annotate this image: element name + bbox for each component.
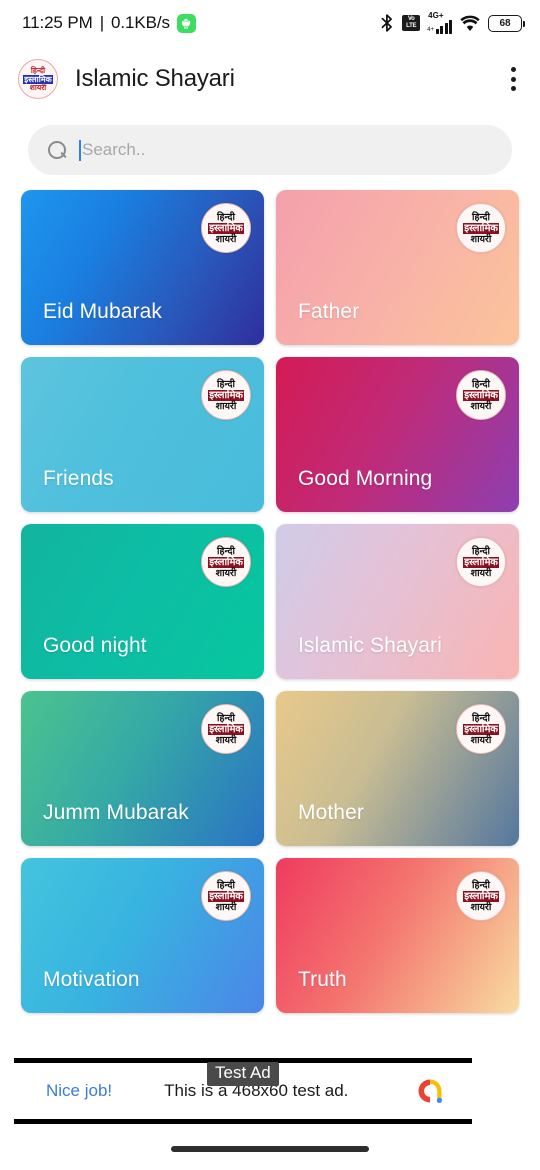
shayari-badge-icon: हिन्दी इस्लामिक शायरी [201,537,251,587]
app-logo-line3: शायरी [29,82,47,92]
badge-line3: शायरी [215,233,237,245]
ad-banner[interactable]: Test Ad Nice job! This is a 468x60 test … [14,1058,472,1124]
badge-line3: शायरी [215,567,237,579]
badge-line2: इस्लामिक [208,723,244,735]
category-card[interactable]: हिन्दी इस्लामिक शायरी Motivation [21,858,264,1013]
page-title: Islamic Shayari [75,65,235,92]
badge-line1: हिन्दी [472,879,490,891]
phone-screen: 11:25 PM | 0.1KB/s Vo LTE 4G+ 4+ 68 हिन्… [0,0,540,1170]
badge-line2: इस्लामिक [463,556,499,568]
status-bar-left: 11:25 PM | 0.1KB/s [22,13,196,33]
category-card[interactable]: हिन्दी इस्लामिक शायरी Good night [21,524,264,679]
category-title: Motivation [43,968,140,991]
category-title: Islamic Shayari [298,634,442,657]
home-gesture-pill[interactable] [171,1146,369,1152]
badge-line3: शायरी [470,567,492,579]
search-section: Search.. [0,112,540,175]
category-card[interactable]: हिन्दी इस्लामिक शायरी Eid Mubarak [21,190,264,345]
badge-line1: हिन्दी [472,712,490,724]
search-input[interactable]: Search.. [28,125,512,175]
shayari-badge-icon: हिन्दी इस्लामिक शायरी [456,537,506,587]
badge-line2: इस्लामिक [208,222,244,234]
text-caret [79,139,81,161]
category-grid: हिन्दी इस्लामिक शायरी Eid Mubarak हिन्दी इस्ल… [0,175,540,1013]
category-title: Jumm Mubarak [43,801,189,824]
badge-line1: हिन्दी [472,545,490,557]
app-bar: हिन्दी इस्लामिक शायरी Islamic Shayari [0,46,540,112]
badge-line2: इस्लामिक [208,890,244,902]
bluetooth-icon [379,13,395,33]
network-speed: 0.1KB/s [111,13,170,32]
shayari-badge-icon: हिन्दी इस्लामिक शायरी [201,704,251,754]
badge-line3: शायरी [215,734,237,746]
search-placeholder: Search.. [82,140,146,159]
search-icon [48,140,67,160]
status-separator: | [99,13,105,32]
ad-cta-text[interactable]: Nice job! [46,1081,112,1101]
category-title: Mother [298,801,364,824]
category-title: Good night [43,634,147,657]
badge-line2: इस्लामिक [463,222,499,234]
shayari-badge-icon: हिन्दी इस्लामिक शायरी [456,370,506,420]
more-vertical-icon[interactable] [505,59,522,99]
app-logo-icon: हिन्दी इस्लामिक शायरी [18,59,58,99]
cellular-signal-icon: 4G+ 4+ [427,12,452,34]
shayari-badge-icon: हिन्दी इस्लामिक शायरी [201,871,251,921]
badge-line3: शायरी [470,734,492,746]
shayari-badge-icon: हिन्दी इस्लामिक शायरी [456,871,506,921]
android-robot-icon [176,13,196,33]
badge-line2: इस्लामिक [463,890,499,902]
badge-line1: हिन्दी [472,211,490,223]
ad-label: Test Ad [207,1062,279,1086]
category-title: Father [298,300,360,323]
badge-line3: शायरी [470,901,492,913]
badge-line1: हिन्दी [217,545,235,557]
badge-line1: हिन्दी [217,712,235,724]
category-card[interactable]: हिन्दी इस्लामिक शायरी Islamic Shayari [276,524,519,679]
badge-line2: इस्लामिक [463,389,499,401]
category-title: Good Morning [298,467,433,490]
badge-line3: शायरी [470,400,492,412]
shayari-badge-icon: हिन्दी इस्लामिक शायरी [456,203,506,253]
status-bar: 11:25 PM | 0.1KB/s Vo LTE 4G+ 4+ 68 [0,0,540,46]
badge-line1: हिन्दी [217,378,235,390]
badge-line1: हिन्दी [472,378,490,390]
status-bar-right: Vo LTE 4G+ 4+ 68 [379,12,525,34]
wifi-icon [459,14,481,32]
badge-line3: शायरी [215,901,237,913]
badge-line1: हिन्दी [217,211,235,223]
badge-line2: इस्लामिक [463,723,499,735]
badge-line2: इस्लामिक [208,556,244,568]
badge-line3: शायरी [470,233,492,245]
app-logo-line1: हिन्दी [30,65,46,75]
category-card[interactable]: हिन्दी इस्लामिक शायरी Friends [21,357,264,512]
category-card[interactable]: हिन्दी इस्लामिक शायरी Father [276,190,519,345]
shayari-badge-icon: हिन्दी इस्लामिक शायरी [201,370,251,420]
volte-icon: Vo LTE [402,15,421,31]
category-card[interactable]: हिन्दी इस्लामिक शायरी Jumm Mubarak [21,691,264,846]
shayari-badge-icon: हिन्दी इस्लामिक शायरी [456,704,506,754]
ad-body-text: This is a 468x60 test ad. [164,1081,349,1100]
category-title: Friends [43,467,114,490]
battery-indicator: 68 [488,14,525,32]
badge-line1: हिन्दी [217,879,235,891]
shayari-badge-icon: हिन्दी इस्लामिक शायरी [201,203,251,253]
category-card[interactable]: हिन्दी इस्लामिक शायरी Mother [276,691,519,846]
admob-logo-icon [414,1075,446,1107]
category-title: Truth [298,968,347,991]
badge-line2: इस्लामिक [208,389,244,401]
status-time: 11:25 PM [22,13,93,32]
category-card[interactable]: हिन्दी इस्लामिक शायरी Truth [276,858,519,1013]
badge-line3: शायरी [215,400,237,412]
category-card[interactable]: हिन्दी इस्लामिक शायरी Good Morning [276,357,519,512]
category-title: Eid Mubarak [43,300,162,323]
